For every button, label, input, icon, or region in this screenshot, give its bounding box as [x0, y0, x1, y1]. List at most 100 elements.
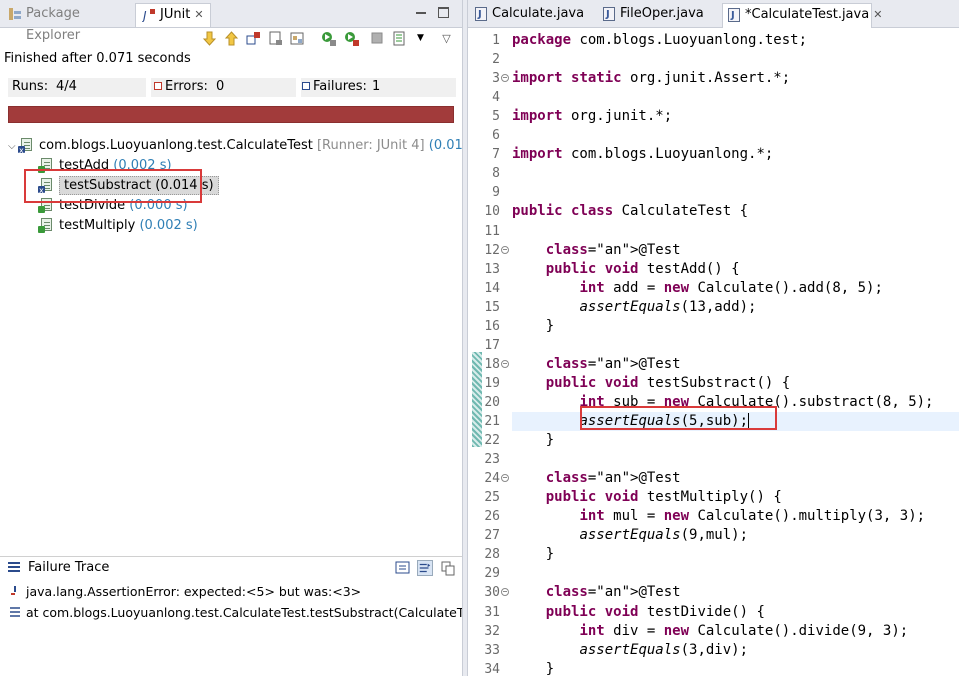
tab-junit[interactable]: J JUnit ✕ [135, 3, 211, 27]
line-number: 1 [492, 33, 500, 48]
tab-package-explorer-label: Package Explorer [26, 6, 81, 43]
stack-frame-icon [10, 607, 20, 617]
trace-text: java.lang.AssertionError: expected:<5> b… [26, 584, 362, 599]
highlight-box [580, 406, 777, 430]
tab-calculate-java[interactable]: Calculate.java [470, 3, 588, 28]
fold-toggle-icon[interactable] [501, 588, 509, 597]
exception-icon [11, 586, 16, 595]
code-line[interactable]: import static org.junit.Assert.*; [512, 69, 790, 88]
line-number: 7 [492, 147, 500, 163]
suite-runner: [Runner: JUnit 4] [316, 138, 425, 153]
code-line[interactable]: assertEquals(3,div); [512, 641, 748, 660]
minimize-icon[interactable] [415, 6, 427, 18]
errors-label: Errors: [154, 79, 208, 94]
maximize-icon[interactable] [437, 6, 449, 18]
code-line[interactable]: } [512, 431, 554, 450]
code-line[interactable]: } [512, 545, 554, 564]
line-number: 6 [492, 128, 500, 144]
line-number: 9 [492, 185, 500, 201]
compare-results-icon[interactable] [395, 560, 411, 576]
code-line[interactable]: public void testSubstract() { [512, 374, 790, 393]
suite-name: com.blogs.Luoyuanlong.test.CalculateTest [39, 138, 313, 153]
tab-calculatetest-java[interactable]: *CalculateTest.java✕ [722, 3, 882, 28]
code-line[interactable]: assertEquals(9,mul); [512, 526, 748, 545]
show-failures-only-icon[interactable] [245, 30, 262, 47]
layout-icon[interactable] [289, 30, 306, 47]
svg-text:J: J [142, 9, 147, 22]
test-run-history-icon[interactable] [392, 30, 409, 47]
test-suite-icon [18, 138, 34, 160]
error-icon [154, 82, 162, 90]
junit-toolbar: ▼ ▽ [195, 28, 460, 50]
tab-package-explorer[interactable]: Package Explorer [2, 3, 130, 43]
code-line[interactable]: class="an">@Test [512, 583, 681, 602]
test-progress-bar [8, 106, 454, 123]
stack-trace-icon [8, 562, 20, 572]
filter-stack-icon[interactable] [417, 560, 433, 576]
code-line[interactable]: public class CalculateTest { [512, 202, 748, 221]
close-icon[interactable]: ✕ [873, 8, 882, 21]
junit-view: Package Explorer J JUnit ✕ ▼ ▽ Finished a… [0, 0, 487, 676]
test-suite-row[interactable]: ⌵ com.blogs.Luoyuanlong.test.CalculateTes… [8, 136, 487, 160]
fold-toggle-icon[interactable] [501, 245, 509, 254]
rerun-failed-first-icon[interactable] [343, 30, 360, 47]
close-icon[interactable]: ✕ [194, 8, 203, 21]
line-number: 11 [484, 223, 500, 239]
line-number: 23 [484, 452, 500, 468]
line-number: 8 [492, 166, 500, 182]
line-number: 5 [492, 109, 500, 125]
line-number: 16 [484, 318, 500, 334]
package-explorer-icon [9, 8, 21, 20]
code-area[interactable]: package com.blogs.Luoyuanlong.test; impor… [512, 28, 959, 676]
code-line[interactable]: int mul = new Calculate().multiply(3, 3)… [512, 507, 925, 526]
line-number: 13 [484, 261, 500, 277]
java-file-icon [728, 5, 740, 27]
editor-tab-bar: Calculate.java FileOper.java *CalculateT… [468, 0, 959, 28]
test-case-row[interactable]: testMultiply (0.002 s) [38, 216, 198, 235]
line-number: 10 [484, 204, 500, 220]
line-number: 33 [484, 642, 500, 658]
view-menu-icon[interactable]: ▽ [438, 30, 455, 47]
failures-label: Failures: [302, 79, 367, 94]
code-line[interactable]: } [512, 660, 554, 676]
rerun-test-icon[interactable] [320, 30, 337, 47]
code-line[interactable]: int div = new Calculate().divide(9, 3); [512, 622, 908, 641]
copy-trace-icon[interactable] [440, 560, 456, 576]
fold-toggle-icon[interactable] [501, 359, 509, 368]
tab-label: Calculate.java [492, 6, 585, 21]
tab-fileoper-java[interactable]: FileOper.java [598, 3, 713, 28]
code-line[interactable]: public void testMultiply() { [512, 488, 782, 507]
code-line[interactable]: class="an">@Test [512, 469, 681, 488]
code-line[interactable]: public void testAdd() { [512, 260, 740, 279]
code-line[interactable]: import com.blogs.Luoyuanlong.*; [512, 145, 773, 164]
chevron-down-icon[interactable]: ⌵ [8, 137, 18, 156]
test-time: (0.002 s) [139, 218, 198, 233]
trace-line[interactable]: java.lang.AssertionError: expected:<5> b… [0, 582, 462, 601]
code-line[interactable]: int add = new Calculate().add(8, 5); [512, 279, 882, 298]
failure-icon [302, 82, 310, 90]
scroll-lock-icon[interactable] [267, 30, 284, 47]
fold-toggle-icon[interactable] [501, 74, 509, 83]
runs-value: 4/4 [56, 79, 77, 94]
trace-text: at com.blogs.Luoyuanlong.test.CalculateT… [26, 605, 462, 620]
failures-value: 1 [372, 79, 381, 94]
run-status: Finished after 0.071 seconds [4, 51, 191, 66]
line-number: 12 [484, 242, 500, 258]
history-dropdown-icon[interactable]: ▼ [412, 30, 429, 47]
fold-toggle-icon[interactable] [501, 474, 509, 483]
code-line[interactable]: class="an">@Test [512, 355, 681, 374]
code-line[interactable]: public void testDivide() { [512, 603, 765, 622]
stop-icon[interactable] [369, 30, 386, 47]
code-line[interactable]: import org.junit.*; [512, 107, 672, 126]
previous-failure-icon[interactable] [223, 30, 240, 47]
code-line[interactable]: class="an">@Test [512, 241, 681, 260]
code-line[interactable]: package com.blogs.Luoyuanlong.test; [512, 31, 807, 50]
trace-line[interactable]: at com.blogs.Luoyuanlong.test.CalculateT… [0, 603, 462, 622]
next-failure-icon[interactable] [201, 30, 218, 47]
line-number: 15 [484, 299, 500, 315]
java-file-icon [603, 4, 615, 26]
code-line[interactable]: } [512, 317, 554, 336]
highlight-box [24, 169, 202, 203]
left-tab-bar: Package Explorer J JUnit ✕ [0, 0, 462, 43]
code-line[interactable]: assertEquals(13,add); [512, 298, 756, 317]
